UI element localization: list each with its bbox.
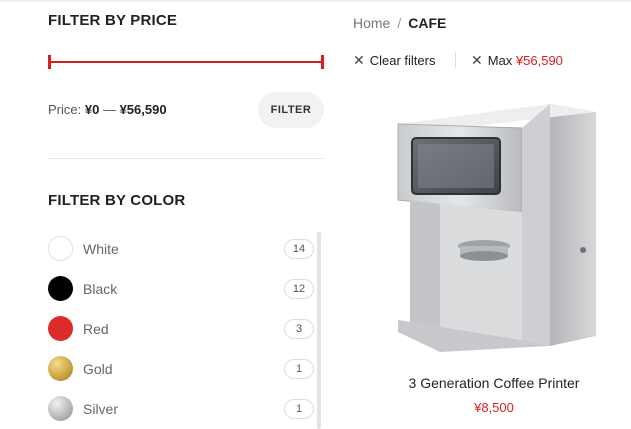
max-chip-value[interactable]: ¥56,590 [516,53,563,68]
close-icon[interactable]: ✕ [471,52,483,68]
red-swatch[interactable] [48,316,73,341]
price-filter-heading: FILTER BY PRICE [48,12,178,29]
price-range-text: Price: ¥0 — ¥56,590 [48,102,167,117]
color-label[interactable]: Black [83,281,117,297]
price-min: ¥0 [84,102,100,117]
top-border [0,0,631,2]
close-icon[interactable]: ✕ [353,52,365,68]
max-price-chip[interactable]: ✕ Max ¥56,590 [471,52,563,69]
color-count: 14 [284,239,314,259]
filter-chip-divider [455,52,456,68]
gold-swatch[interactable] [48,356,73,381]
product-title[interactable]: 3 Generation Coffee Printer [373,375,615,391]
color-count: 3 [284,319,314,339]
price-slider-min-handle[interactable] [48,55,51,69]
price-slider-max-handle[interactable] [321,55,324,69]
filter-button[interactable]: FILTER [258,92,324,128]
clear-filters-link[interactable]: ✕ Clear filters [353,52,435,69]
color-count: 1 [284,399,314,419]
color-item-black[interactable]: Black 12 [48,276,314,302]
price-dash: — [102,102,116,117]
breadcrumb: Home / CAFE [353,15,446,31]
silver-swatch[interactable] [48,396,73,421]
color-label[interactable]: White [83,241,119,257]
breadcrumb-current: CAFE [408,15,447,31]
black-swatch[interactable] [48,276,73,301]
color-item-gold[interactable]: Gold 1 [48,356,314,382]
clear-filters-label[interactable]: Clear filters [370,53,436,68]
price-label: Price: [48,102,82,117]
max-chip-label[interactable]: Max [488,53,513,68]
price-slider-track[interactable] [48,61,324,63]
color-item-red[interactable]: Red 3 [48,316,314,342]
color-item-silver[interactable]: Silver 1 [48,396,314,422]
color-count: 1 [284,359,314,379]
price-slider[interactable] [48,55,324,69]
color-label[interactable]: Silver [83,401,118,417]
sidebar-divider [48,158,324,159]
price-max: ¥56,590 [119,102,167,117]
color-list-scrollbar[interactable] [317,232,321,429]
breadcrumb-separator: / [397,15,402,31]
color-item-white[interactable]: White 14 [48,236,314,262]
color-label[interactable]: Gold [83,361,113,377]
product-price: ¥8,500 [474,400,514,415]
color-count: 12 [284,279,314,299]
white-swatch[interactable] [48,236,73,261]
product-image[interactable] [380,100,602,356]
color-label[interactable]: Red [83,321,109,337]
breadcrumb-home-link[interactable]: Home [353,15,390,31]
color-filter-heading: FILTER BY COLOR [48,192,186,209]
